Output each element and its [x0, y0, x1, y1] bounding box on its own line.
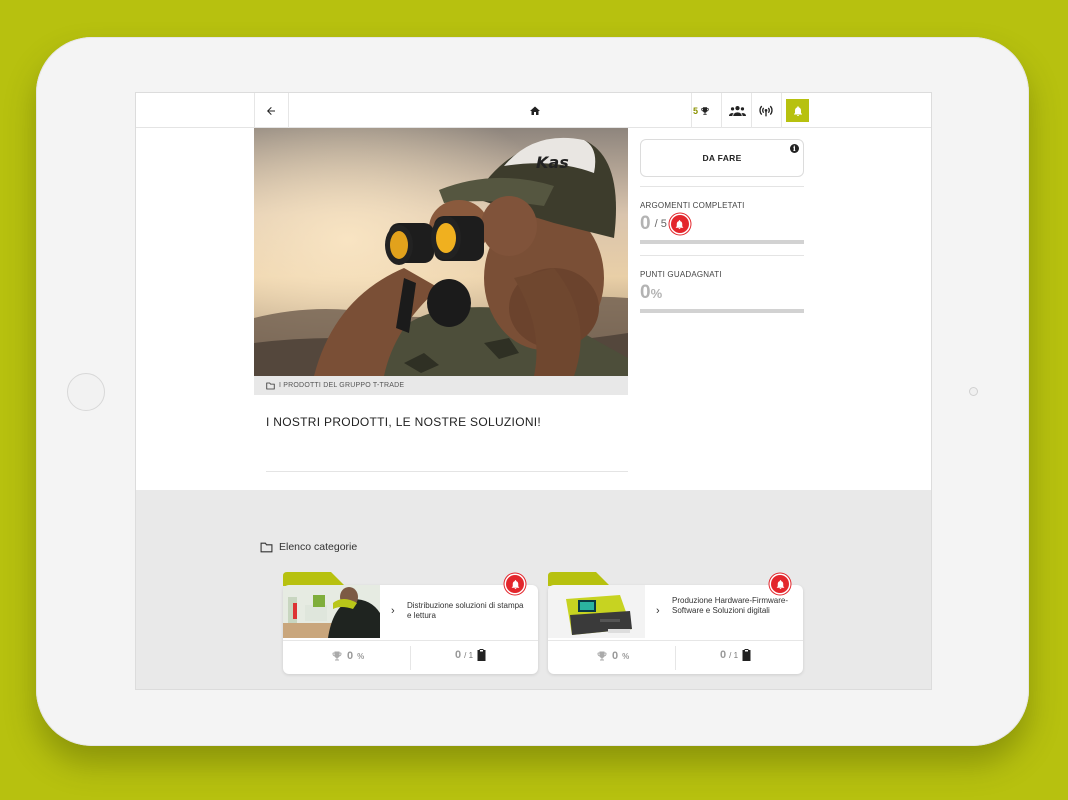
divider	[691, 93, 692, 128]
card-tab	[548, 572, 610, 586]
card-count: 0 / 1	[720, 649, 752, 661]
divider	[266, 471, 628, 472]
category-thumbnail	[283, 585, 380, 638]
top-bar: 5	[136, 93, 931, 128]
points-label: PUNTI GUADAGNATI	[640, 270, 722, 279]
clipboard-icon	[477, 649, 486, 661]
alert-bell-icon	[506, 575, 524, 593]
trophy-icon	[332, 651, 342, 661]
chevron-right-icon: ›	[391, 605, 395, 617]
home-button[interactable]	[524, 93, 546, 128]
tablet-frame: 5 Kas I PRODOTTI DEL GRUPPO T-TRADE I NO…	[36, 37, 1029, 746]
tablet-home-button[interactable]	[67, 373, 105, 411]
folder-icon	[260, 542, 273, 552]
card-count: 0 / 1	[455, 649, 487, 661]
categories-heading: Elenco categorie	[260, 541, 357, 553]
chevron-right-icon: ›	[656, 605, 660, 617]
card-count-total: / 1	[729, 650, 739, 660]
card-tab	[283, 572, 345, 586]
topics-done: 0	[640, 213, 651, 234]
divider	[640, 255, 804, 256]
page-title: I NOSTRI PRODOTTI, LE NOSTRE SOLUZIONI!	[266, 415, 542, 429]
team-button[interactable]	[723, 93, 751, 128]
points-progress-bar	[640, 309, 804, 313]
divider	[640, 186, 804, 187]
home-icon	[530, 106, 540, 115]
tablet-camera	[969, 387, 978, 396]
divider	[288, 93, 289, 128]
todo-label: DA FARE	[702, 153, 742, 163]
points-number: 0	[640, 282, 651, 303]
card-pct-value: 0	[612, 650, 619, 662]
card-pct-unit: %	[357, 651, 365, 661]
alert-bell-icon	[670, 215, 689, 233]
bell-icon	[793, 105, 802, 116]
card-stats: 0 % 0 / 1	[283, 640, 538, 674]
back-button[interactable]	[254, 93, 288, 128]
notifications-button[interactable]	[786, 99, 809, 122]
broadcast-icon	[759, 105, 773, 116]
card-progress: 0 %	[596, 650, 629, 662]
hero-caption-text: I PRODOTTI DEL GRUPPO T-TRADE	[279, 382, 405, 389]
topics-progress-bar	[640, 240, 804, 244]
clipboard-icon	[742, 649, 751, 661]
trophy-counter[interactable]: 5	[693, 93, 710, 128]
cap-logo-text: Kas	[536, 153, 569, 172]
points-unit: %	[650, 285, 663, 301]
alert-bell-icon	[771, 575, 789, 593]
info-icon[interactable]: i	[790, 144, 799, 153]
hero-caption: I PRODOTTI DEL GRUPPO T-TRADE	[254, 376, 628, 395]
divider	[721, 93, 722, 128]
category-card[interactable]: › Distribuzione soluzioni di stampa e le…	[283, 572, 538, 674]
card-pct-value: 0	[347, 650, 354, 662]
card-count-done: 0	[720, 649, 727, 661]
card-stats: 0 % 0 / 1	[548, 640, 803, 674]
card-count-total: / 1	[464, 650, 474, 660]
folder-icon	[266, 382, 275, 389]
card-progress: 0 %	[331, 650, 364, 662]
points-value: 0 %	[640, 282, 662, 304]
trophy-icon	[701, 106, 709, 115]
card-count-done: 0	[455, 649, 462, 661]
divider	[675, 646, 676, 670]
todo-button[interactable]: DA FARE i	[640, 139, 804, 177]
divider	[410, 646, 411, 670]
categories-heading-text: Elenco categorie	[279, 541, 358, 553]
categories-section: Elenco categorie › Distribuzione soluzio…	[136, 490, 931, 689]
card-pct-unit: %	[622, 651, 630, 661]
app-screen: 5 Kas I PRODOTTI DEL GRUPPO T-TRADE I NO…	[135, 92, 932, 690]
topics-label: ARGOMENTI COMPLETATI	[640, 201, 745, 210]
category-title: Produzione Hardware-Firmware-Software e …	[672, 596, 789, 615]
topics-value: 0 / 5	[640, 213, 689, 235]
hero-image: Kas	[254, 128, 628, 376]
divider	[781, 93, 782, 128]
broadcast-button[interactable]	[753, 93, 779, 128]
trophy-icon	[597, 651, 607, 661]
team-icon	[728, 105, 746, 116]
arrow-left-icon	[267, 106, 275, 115]
topics-total: / 5	[654, 218, 667, 230]
category-thumbnail	[548, 585, 645, 638]
category-title: Distribuzione soluzioni di stampa e lett…	[407, 601, 524, 620]
category-card[interactable]: › Produzione Hardware-Firmware-Software …	[548, 572, 803, 674]
trophy-count-value: 5	[693, 105, 699, 116]
divider	[751, 93, 752, 128]
